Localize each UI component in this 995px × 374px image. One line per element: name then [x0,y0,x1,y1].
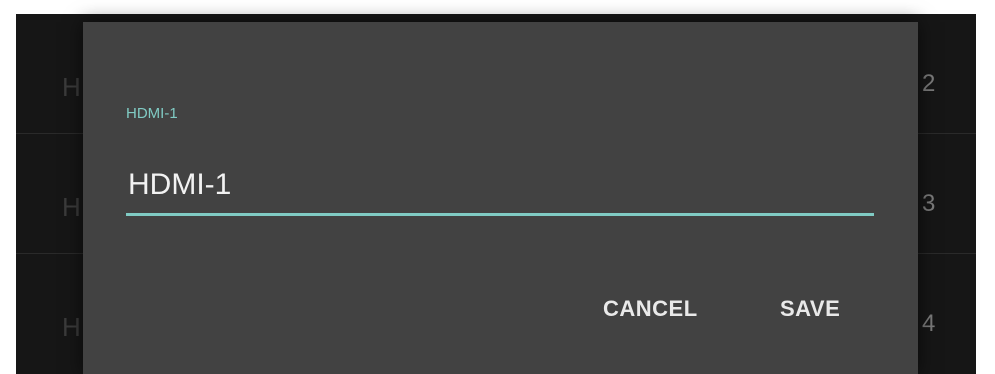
background-row-number: 2 [922,70,936,97]
background-row-number: 4 [922,310,936,337]
rename-input-dialog: HDMI-1 CANCEL SAVE [83,22,918,374]
background-row-number: 3 [922,190,936,217]
background-row-left-text: H [62,312,81,342]
background-row-left-text: H [62,192,81,222]
input-name-field[interactable] [126,162,874,216]
background-row-left-text: H [62,72,81,102]
cancel-button[interactable]: CANCEL [593,290,708,328]
input-field-label: HDMI-1 [126,105,178,122]
save-button[interactable]: SAVE [770,290,850,328]
